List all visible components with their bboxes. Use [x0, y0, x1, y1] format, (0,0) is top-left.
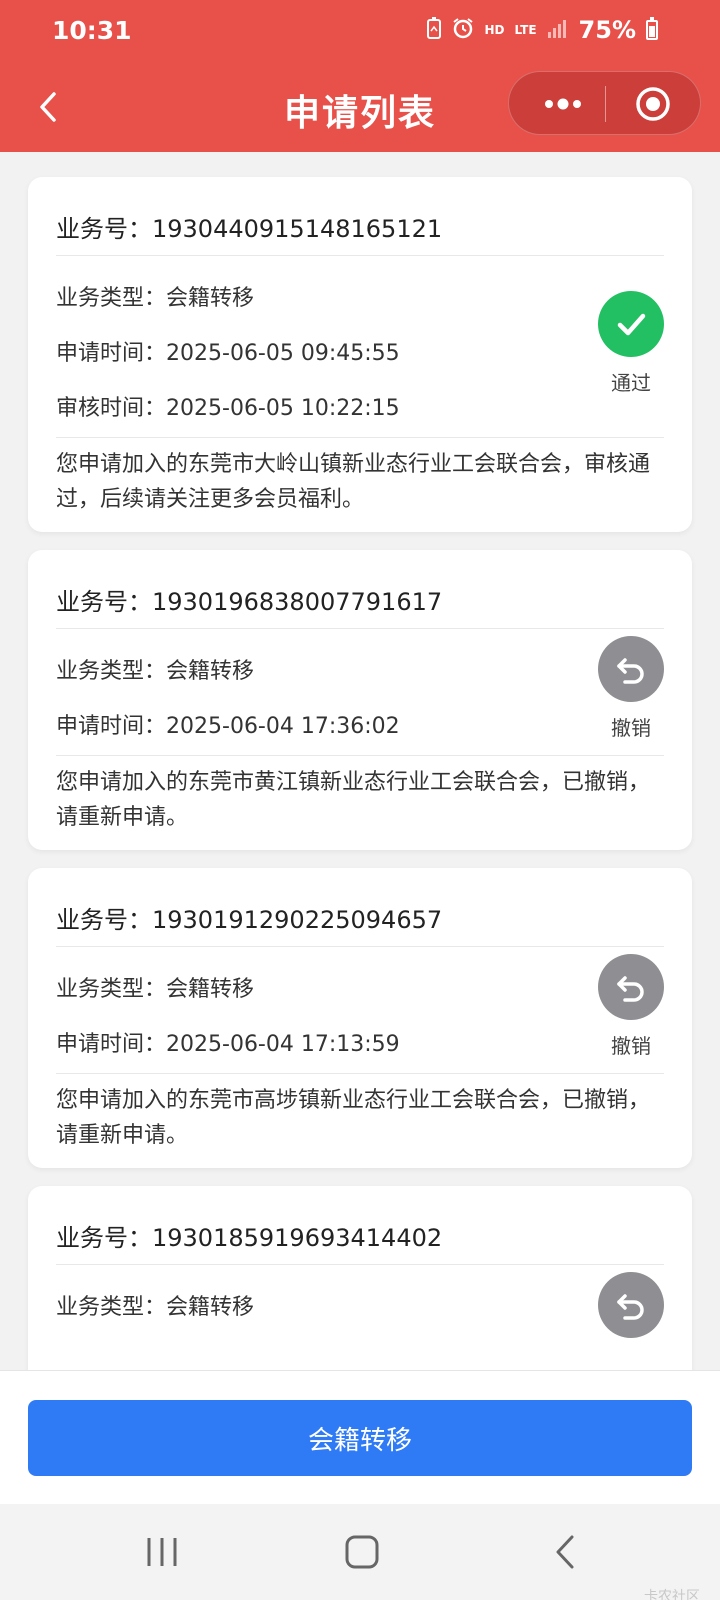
- undo-icon: [617, 658, 644, 684]
- system-back-button[interactable]: [546, 1534, 586, 1570]
- application-card[interactable]: 业务号：1930196838007791617 业务类型：会籍转移 申请时间：2…: [28, 550, 692, 850]
- status-badge: 撤销: [598, 954, 664, 1059]
- membership-transfer-button[interactable]: 会籍转移: [28, 1400, 692, 1476]
- status-badge: 通过: [598, 291, 664, 396]
- business-number-label: 业务号：: [56, 1224, 152, 1252]
- apply-time-value: 2025-06-05 09:45:55: [166, 341, 400, 366]
- back-arrow-icon: [556, 1535, 574, 1569]
- revoked-indicator: [598, 954, 664, 1020]
- signal-icon: [547, 18, 569, 42]
- home-icon: [345, 1535, 379, 1569]
- application-card[interactable]: 业务号：1930440915148165121 业务类型：会籍转移 申请时间：2…: [28, 177, 692, 532]
- business-number-value: 1930185919693414402: [152, 1224, 443, 1252]
- result-message: 您申请加入的东莞市高埗镇新业态行业工会联合会，已撤销，请重新申请。: [56, 1088, 651, 1148]
- home-button[interactable]: [342, 1534, 382, 1570]
- status-label: 通过: [611, 371, 651, 395]
- status-icons: HD LTE 75%: [426, 16, 658, 44]
- business-number-value: 1930196838007791617: [152, 588, 443, 616]
- capsule-divider: [605, 86, 606, 122]
- business-type: 业务类型：会籍转移: [56, 1289, 254, 1321]
- business-type-value: 会籍转移: [166, 659, 255, 684]
- revoked-indicator: [598, 1272, 664, 1338]
- result-message: 您申请加入的东莞市大岭山镇新业态行业工会联合会，审核通过，后续请关注更多会员福利…: [56, 452, 651, 512]
- business-number-value: 1930440915148165121: [152, 215, 443, 243]
- review-time-value: 2025-06-05 10:22:15: [166, 396, 400, 421]
- business-number-label: 业务号：: [56, 906, 152, 934]
- apply-time-label: 申请时间：: [56, 1032, 167, 1057]
- business-number-value: 1930191290225094657: [152, 906, 443, 934]
- revoked-indicator: [598, 636, 664, 702]
- alarm-icon: [452, 17, 474, 43]
- status-bar: 10:31 HD LTE 75%: [0, 0, 720, 64]
- apply-time-value: 2025-06-04 17:36:02: [166, 714, 400, 739]
- more-dots-icon: [545, 98, 581, 110]
- battery-icon: [646, 17, 658, 40]
- business-number: 业务号：1930196838007791617: [56, 582, 442, 617]
- application-list: 业务号：1930440915148165121 业务类型：会籍转移 申请时间：2…: [0, 152, 720, 1370]
- undo-icon: [617, 976, 644, 1002]
- battery-percent: 75%: [578, 16, 636, 44]
- application-card[interactable]: 业务号：1930191290225094657 业务类型：会籍转移 申请时间：2…: [28, 868, 692, 1168]
- battery-saver-icon: [426, 17, 442, 43]
- close-miniprogram-button[interactable]: [635, 86, 671, 122]
- review-time-label: 审核时间：: [56, 396, 167, 421]
- business-number-label: 业务号：: [56, 215, 152, 243]
- recent-apps-button[interactable]: [142, 1534, 182, 1570]
- nav-bar: 申请列表: [0, 64, 720, 152]
- status-label: 撤销: [611, 1034, 651, 1058]
- watermark: 卡农社区: [644, 1589, 700, 1600]
- apply-time: 申请时间：2025-06-04 17:36:02: [56, 708, 400, 740]
- status-badge: 撤销: [598, 636, 664, 741]
- apply-time: 申请时间：2025-06-04 17:13:59: [56, 1026, 400, 1058]
- hd-icon: HD: [484, 23, 505, 37]
- divider: [56, 946, 664, 947]
- business-type-label: 业务类型：: [56, 977, 167, 1002]
- business-number: 业务号：1930440915148165121: [56, 209, 442, 244]
- bottom-action-bar: 会籍转移: [0, 1370, 720, 1504]
- system-nav-bar: [0, 1504, 720, 1600]
- apply-time-label: 申请时间：: [56, 341, 167, 366]
- business-number: 业务号：1930191290225094657: [56, 900, 442, 935]
- apply-time-value: 2025-06-04 17:13:59: [166, 1032, 400, 1057]
- miniprogram-capsule: [508, 71, 701, 135]
- business-type-value: 会籍转移: [166, 977, 255, 1002]
- target-icon: [636, 87, 670, 121]
- business-type-label: 业务类型：: [56, 286, 167, 311]
- check-icon: [617, 313, 646, 336]
- business-type: 业务类型：会籍转移: [56, 653, 254, 685]
- apply-time: 申请时间：2025-06-05 09:45:55: [56, 335, 400, 367]
- business-type-label: 业务类型：: [56, 659, 167, 684]
- business-number: 业务号：1930185919693414402: [56, 1218, 442, 1253]
- divider: [56, 755, 664, 756]
- divider: [56, 437, 664, 438]
- business-type: 业务类型：会籍转移: [56, 971, 254, 1003]
- divider: [56, 1073, 664, 1074]
- business-type-value: 会籍转移: [166, 1295, 255, 1320]
- status-badge: [598, 1272, 664, 1338]
- lte-icon: LTE: [514, 23, 537, 37]
- application-card[interactable]: 业务号：1930185919693414402 业务类型：会籍转移: [28, 1186, 692, 1370]
- review-time: 审核时间：2025-06-05 10:22:15: [56, 390, 400, 422]
- status-label: 撤销: [611, 716, 651, 740]
- business-type-label: 业务类型：: [56, 1295, 167, 1320]
- business-type-value: 会籍转移: [166, 286, 255, 311]
- undo-icon: [617, 1294, 644, 1320]
- business-number-label: 业务号：: [56, 588, 152, 616]
- business-type: 业务类型：会籍转移: [56, 280, 254, 312]
- result-message: 您申请加入的东莞市黄江镇新业态行业工会联合会，已撤销，请重新申请。: [56, 770, 651, 830]
- divider: [56, 628, 664, 629]
- approved-indicator: [598, 291, 664, 357]
- divider: [56, 1264, 664, 1265]
- recents-icon: [147, 1538, 177, 1566]
- more-button[interactable]: [539, 84, 587, 124]
- divider: [56, 255, 664, 256]
- status-time: 10:31: [52, 16, 132, 45]
- apply-time-label: 申请时间：: [56, 714, 167, 739]
